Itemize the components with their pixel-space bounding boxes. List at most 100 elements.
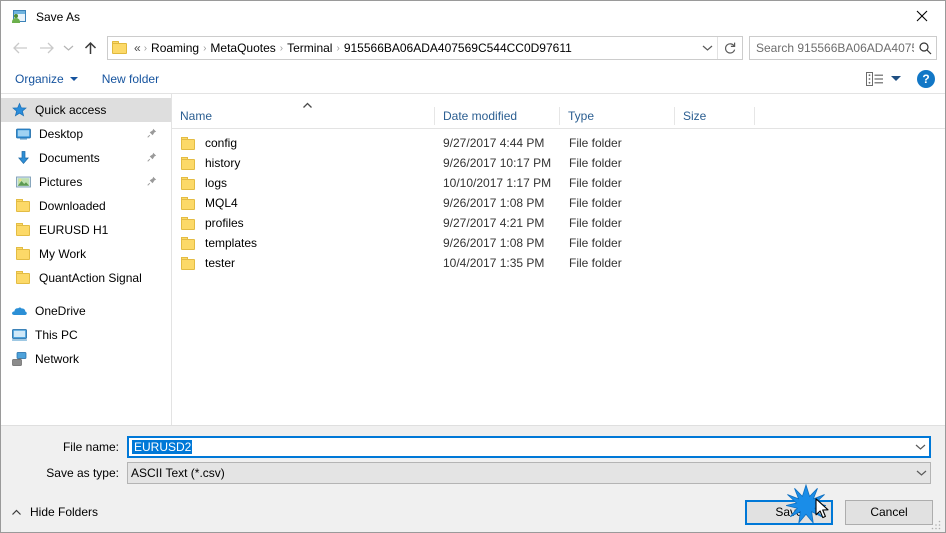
file-name-dropdown-button[interactable] (911, 443, 929, 451)
table-row[interactable]: profiles 9/27/2017 4:21 PM File folder (172, 213, 945, 233)
star-icon (11, 102, 28, 118)
onedrive-icon (11, 303, 28, 319)
table-row[interactable]: config 9/27/2017 4:44 PM File folder (172, 133, 945, 153)
table-row[interactable]: history 9/26/2017 10:17 PM File folder (172, 153, 945, 173)
file-date-cell: 9/26/2017 1:08 PM (443, 236, 545, 250)
file-type-cell: File folder (569, 196, 622, 210)
organize-label: Organize (15, 71, 64, 86)
sidebar-item-quick-access[interactable]: Quick access (1, 98, 171, 122)
file-name-label: templates (205, 236, 258, 250)
cancel-button[interactable]: Cancel (845, 499, 933, 525)
resize-grip-icon[interactable] (930, 518, 942, 530)
sidebar-item-label: My Work (39, 247, 87, 261)
pin-icon[interactable] (147, 151, 157, 165)
new-folder-button[interactable]: New folder (102, 72, 159, 86)
file-type-cell: File folder (569, 156, 622, 170)
chevron-down-icon (915, 444, 925, 450)
breadcrumb-item-roaming[interactable]: Roaming (148, 41, 202, 55)
chevron-down-icon (63, 45, 73, 51)
up-one-level-button[interactable] (77, 35, 103, 61)
forward-button[interactable] (33, 35, 59, 61)
search-input[interactable]: Search 915566BA06ADA40756... (750, 41, 914, 55)
sidebar-item-this-pc[interactable]: This PC (1, 323, 171, 347)
column-header-type[interactable]: Type (560, 107, 675, 125)
close-button[interactable] (899, 1, 945, 31)
column-header-date-modified[interactable]: Date modified (435, 107, 560, 125)
column-header-row: Name Date modified Type Size (172, 94, 945, 129)
file-name-cell: tester (180, 256, 443, 271)
pictures-icon (15, 174, 32, 190)
table-row[interactable]: MQL4 9/26/2017 1:08 PM File folder (172, 193, 945, 213)
help-label: ? (922, 71, 930, 86)
dialog-body: Quick access Desktop Documents Pictures … (1, 94, 945, 426)
navigation-bar: « › Roaming › MetaQuotes › Terminal › 91… (1, 32, 945, 64)
breadcrumb-item-terminal[interactable]: Terminal (284, 41, 335, 55)
file-name-cell: logs (180, 176, 443, 191)
save-as-type-dropdown-button[interactable] (912, 469, 930, 477)
title-bar: Save As (1, 1, 945, 32)
hide-folders-label: Hide Folders (30, 505, 99, 519)
sidebar-item-documents[interactable]: Documents (1, 146, 171, 170)
search-icon (914, 41, 936, 55)
save-as-type-select[interactable]: ASCII Text (*.csv) (127, 462, 931, 484)
save-button[interactable]: Save (745, 499, 833, 525)
table-row[interactable]: tester 10/4/2017 1:35 PM File folder (172, 253, 945, 273)
file-date-cell: 10/4/2017 1:35 PM (443, 256, 545, 270)
table-row[interactable]: templates 9/26/2017 1:08 PM File folder (172, 233, 945, 253)
file-name-text: EURUSD2 (132, 440, 193, 454)
pin-icon[interactable] (147, 127, 157, 141)
breadcrumb-item-terminal-id[interactable]: 915566BA06ADA407569C544CC0D97611 (341, 41, 575, 55)
folder-icon (180, 256, 197, 271)
back-button[interactable] (7, 35, 33, 61)
folder-icon (15, 222, 32, 238)
file-name-label: File name: (62, 440, 119, 454)
sort-ascending-icon (302, 98, 313, 112)
file-name-label: MQL4 (205, 196, 238, 210)
refresh-icon (724, 42, 736, 54)
view-options-icon (866, 71, 883, 86)
refresh-button[interactable] (717, 37, 742, 59)
network-icon (11, 351, 28, 367)
chevron-up-icon (11, 505, 22, 519)
save-as-app-icon (11, 9, 27, 25)
file-name-value[interactable]: EURUSD2 (129, 440, 911, 454)
view-options-button[interactable] (866, 71, 901, 86)
column-header-size[interactable]: Size (675, 107, 755, 125)
pin-icon[interactable] (147, 175, 157, 189)
cancel-button-label: Cancel (870, 505, 908, 519)
help-button[interactable]: ? (917, 69, 935, 88)
sidebar-item-network[interactable]: Network (1, 347, 171, 371)
breadcrumb-item-metaquotes[interactable]: MetaQuotes (207, 41, 278, 55)
file-name-label: profiles (205, 216, 244, 230)
this-pc-icon (11, 327, 28, 343)
folder-icon (15, 198, 32, 214)
navigation-pane: Quick access Desktop Documents Pictures … (1, 94, 172, 425)
chevron-down-icon (891, 76, 901, 81)
address-bar[interactable]: « › Roaming › MetaQuotes › Terminal › 91… (107, 36, 743, 60)
sidebar-item-quantaction-signal[interactable]: QuantAction Signal (1, 266, 171, 290)
hide-folders-button[interactable]: Hide Folders (11, 505, 98, 519)
sidebar-item-eurusd-h1[interactable]: EURUSD H1 (1, 218, 171, 242)
file-type-cell: File folder (569, 176, 622, 190)
breadcrumb-overflow[interactable]: « (131, 41, 143, 55)
sidebar-item-onedrive[interactable]: OneDrive (1, 299, 171, 323)
address-dropdown-button[interactable] (697, 44, 717, 52)
sidebar-item-pictures[interactable]: Pictures (1, 170, 171, 194)
folder-icon (180, 156, 197, 171)
file-list[interactable]: config 9/27/2017 4:44 PM File folder his… (172, 129, 945, 425)
table-row[interactable]: logs 10/10/2017 1:17 PM File folder (172, 173, 945, 193)
recent-locations-button[interactable] (59, 35, 77, 61)
command-toolbar: Organize New folder ? (1, 64, 945, 94)
file-type-cell: File folder (569, 256, 622, 270)
organize-button[interactable]: Organize (15, 72, 78, 86)
file-name-cell: config (180, 136, 443, 151)
sidebar-item-label: Pictures (39, 175, 83, 189)
sidebar-item-my-work[interactable]: My Work (1, 242, 171, 266)
save-button-label: Save (775, 505, 803, 519)
chevron-down-icon (702, 45, 712, 51)
search-box[interactable]: Search 915566BA06ADA40756... (749, 36, 937, 60)
sidebar-item-desktop[interactable]: Desktop (1, 122, 171, 146)
sidebar-item-downloaded[interactable]: Downloaded (1, 194, 171, 218)
file-type-cell: File folder (569, 136, 622, 150)
file-name-input[interactable]: EURUSD2 (127, 436, 931, 458)
